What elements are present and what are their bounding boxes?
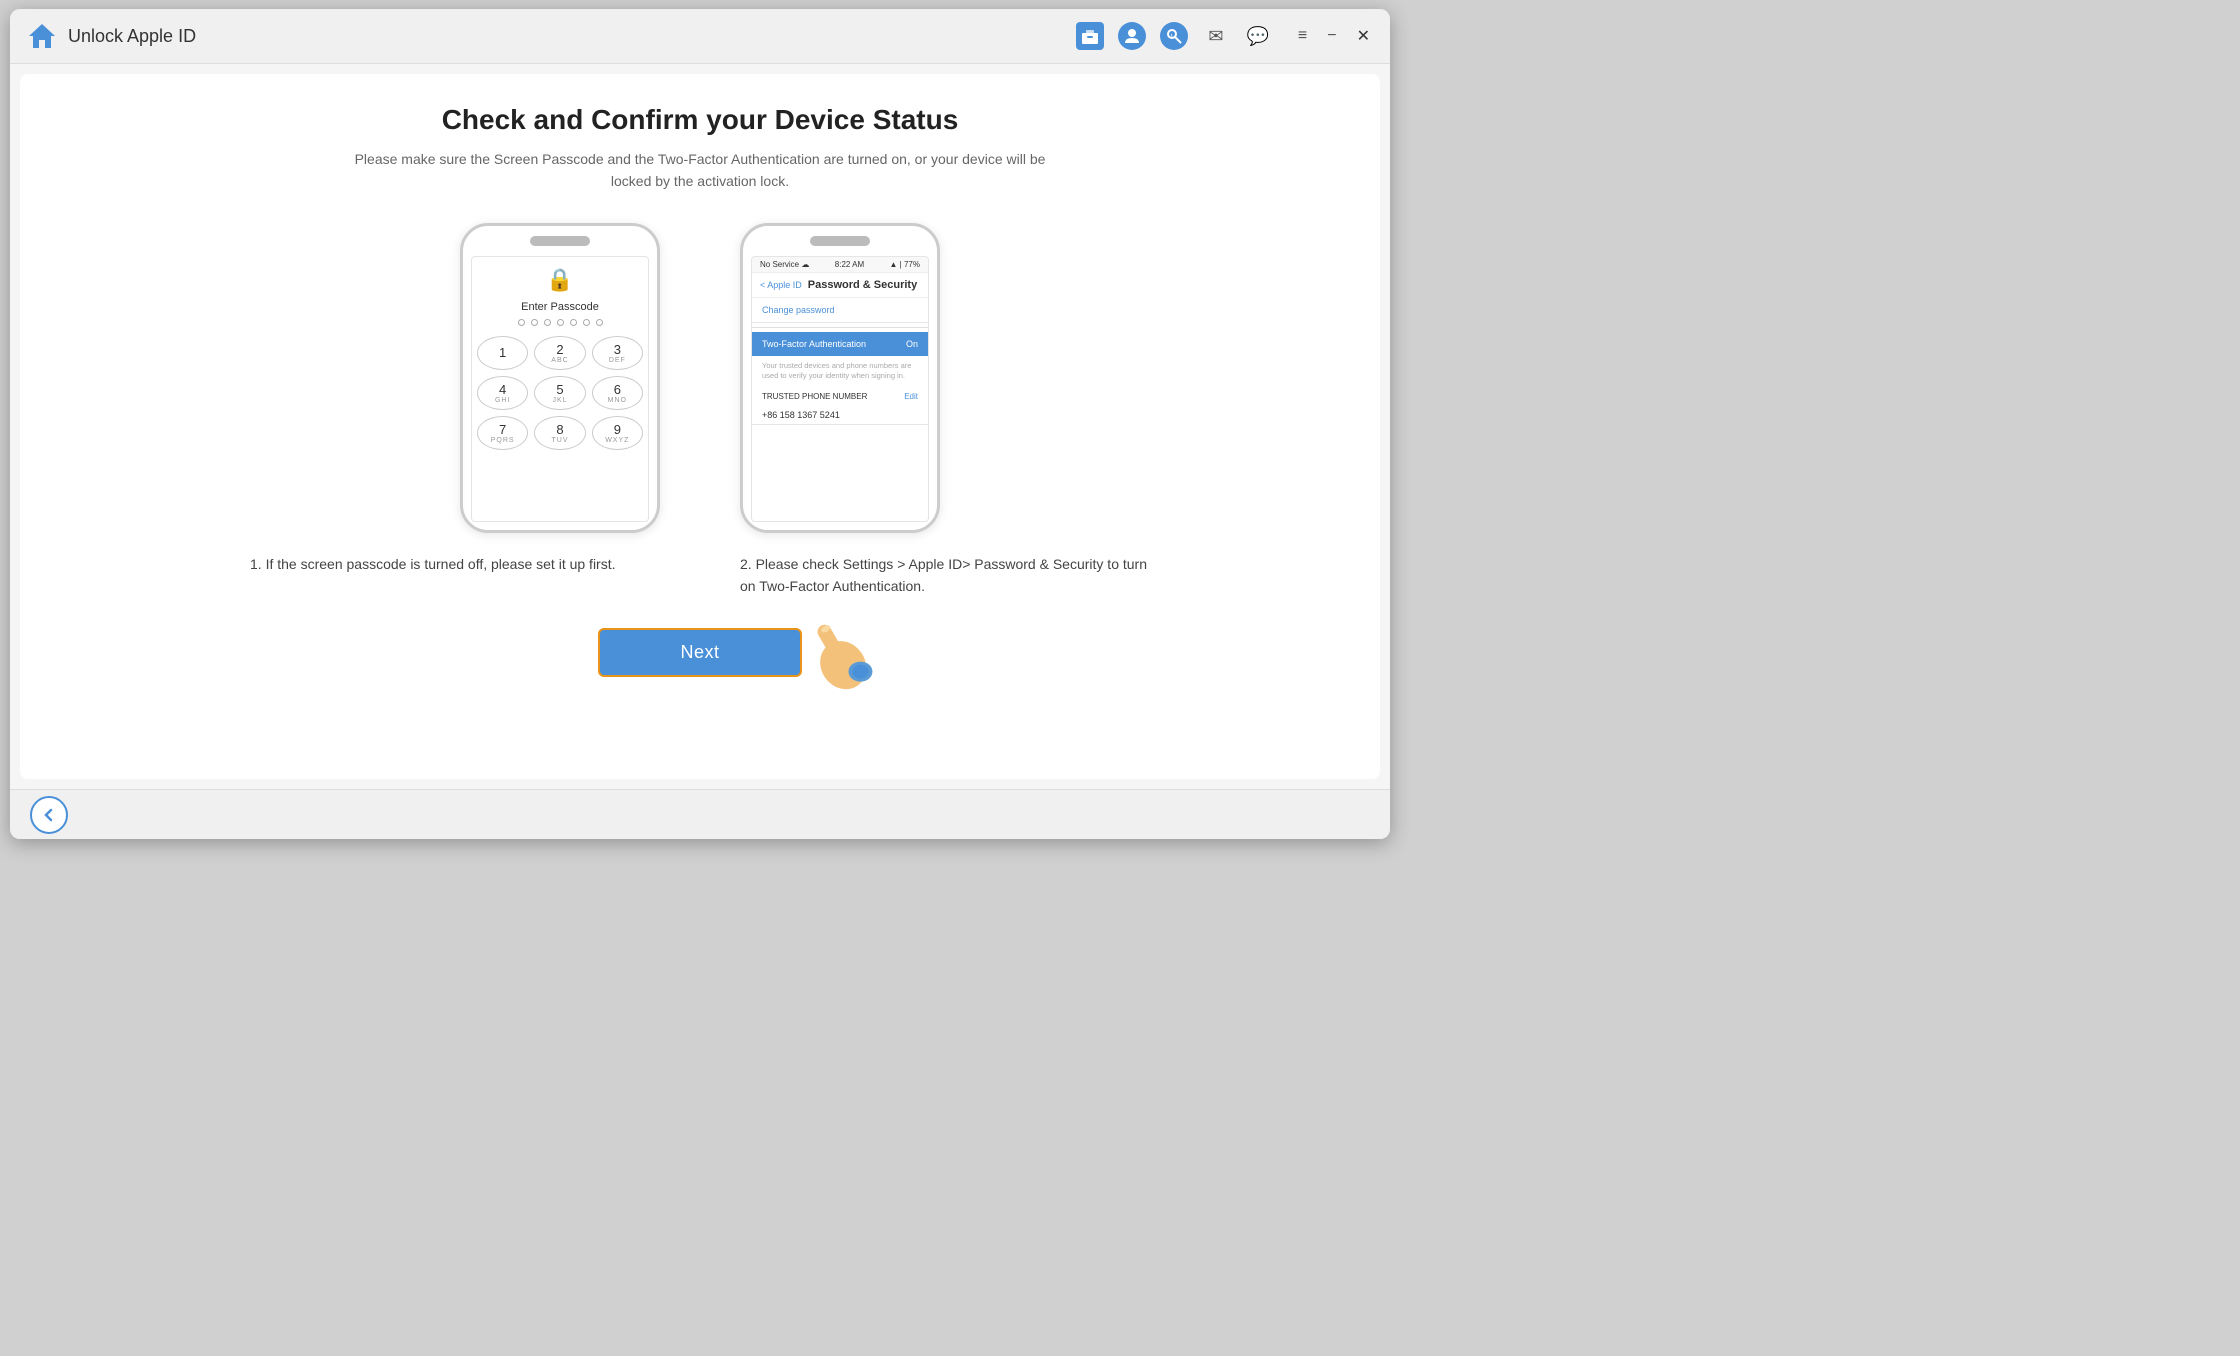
settings-header: < Apple ID Password & Security (752, 273, 928, 298)
settings-body: Change password Two-Factor Authenticatio… (752, 298, 928, 521)
enter-passcode-text: Enter Passcode (521, 301, 599, 313)
key-4[interactable]: 4GHI (477, 376, 528, 410)
phone1-wrap: 🔒 Enter Passcode 1 (460, 223, 660, 533)
back-link: < Apple ID (760, 280, 802, 290)
chat-icon[interactable]: 💬 (1244, 22, 1272, 50)
settings-section2: Two-Factor Authentication On Your truste… (752, 332, 928, 425)
desc1: 1. If the screen passcode is turned off,… (250, 553, 660, 598)
phones-row: 🔒 Enter Passcode 1 (80, 223, 1320, 533)
dot6 (583, 319, 590, 326)
main-content: Check and Confirm your Device Status Ple… (20, 74, 1380, 779)
edit-link: Edit (904, 392, 918, 401)
dot4 (557, 319, 564, 326)
status-left: No Service ☁ (760, 260, 809, 269)
desc2: 2. Please check Settings > Apple ID> Pas… (740, 553, 1150, 598)
lock-icon: 🔒 (546, 267, 573, 293)
home-icon[interactable] (26, 20, 58, 52)
titlebar-left: Unlock Apple ID (26, 20, 196, 52)
key-2[interactable]: 2ABC (534, 336, 585, 370)
dot1 (518, 319, 525, 326)
close-button[interactable]: ✕ (1353, 24, 1374, 48)
mail-icon[interactable]: ✉ (1202, 22, 1230, 50)
phone2: No Service ☁ 8:22 AM ▲ | 77% < Apple ID … (740, 223, 940, 533)
svg-text:♪: ♪ (1169, 31, 1173, 40)
titlebar-right: ♪ ✉ 💬 ≡ − ✕ (1076, 22, 1374, 50)
user-icon[interactable] (1118, 22, 1146, 50)
menu-button[interactable]: ≡ (1294, 25, 1311, 47)
phone1-screen: 🔒 Enter Passcode 1 (471, 256, 649, 522)
titlebar: Unlock Apple ID ♪ (10, 9, 1390, 64)
key-7[interactable]: 7PQRS (477, 416, 528, 450)
separator1 (752, 327, 928, 328)
status-center: 8:22 AM (835, 260, 864, 269)
phone-number: +86 158 1367 5241 (752, 406, 928, 424)
next-button-wrap: Next (598, 628, 801, 677)
dot7 (596, 319, 603, 326)
key-8[interactable]: 8TUV (534, 416, 585, 450)
descriptions-row: 1. If the screen passcode is turned off,… (250, 553, 1150, 598)
phone2-wrap: No Service ☁ 8:22 AM ▲ | 77% < Apple ID … (740, 223, 940, 533)
dot3 (544, 319, 551, 326)
settings-section1: Change password (752, 298, 928, 323)
two-factor-value: On (906, 339, 918, 349)
music-search-icon[interactable]: ♪ (1160, 22, 1188, 50)
trusted-phone-row: TRUSTED PHONE NUMBER Edit (752, 387, 928, 406)
page-title: Check and Confirm your Device Status (442, 104, 959, 136)
phone1: 🔒 Enter Passcode 1 (460, 223, 660, 533)
two-factor-label: Two-Factor Authentication (762, 339, 866, 349)
key-1[interactable]: 1 (477, 336, 528, 370)
window-controls: ≡ − ✕ (1294, 24, 1374, 48)
next-button[interactable]: Next (598, 628, 801, 677)
minimize-button[interactable]: − (1323, 25, 1340, 47)
page-subtitle: Please make sure the Screen Passcode and… (350, 148, 1050, 193)
titlebar-title: Unlock Apple ID (68, 26, 196, 47)
dot2 (531, 319, 538, 326)
two-factor-note: Your trusted devices and phone numbers a… (752, 356, 928, 387)
key-9[interactable]: 9WXYZ (592, 416, 643, 450)
phone2-screen: No Service ☁ 8:22 AM ▲ | 77% < Apple ID … (751, 256, 929, 522)
two-factor-row: Two-Factor Authentication On (752, 332, 928, 356)
bottom-bar (10, 789, 1390, 839)
keypad: 1 2ABC 3DEF 4GHI 5JKL 6MNO 7PQRS 8TUV 9W… (477, 336, 643, 450)
change-password: Change password (752, 298, 928, 322)
dot5 (570, 319, 577, 326)
hand-cursor-icon (786, 594, 896, 717)
key-3[interactable]: 3DEF (592, 336, 643, 370)
status-right: ▲ | 77% (890, 260, 920, 269)
status-bar: No Service ☁ 8:22 AM ▲ | 77% (752, 257, 928, 273)
back-button[interactable] (30, 796, 68, 834)
phone2-notch (810, 236, 870, 246)
toolbox-icon[interactable] (1076, 22, 1104, 50)
screen-title: Password & Security (808, 279, 917, 291)
main-window: Unlock Apple ID ♪ (10, 9, 1390, 839)
phone1-notch (530, 236, 590, 246)
key-6[interactable]: 6MNO (592, 376, 643, 410)
dots-row (518, 319, 603, 326)
key-5[interactable]: 5JKL (534, 376, 585, 410)
trusted-phone-label: TRUSTED PHONE NUMBER (762, 392, 867, 401)
